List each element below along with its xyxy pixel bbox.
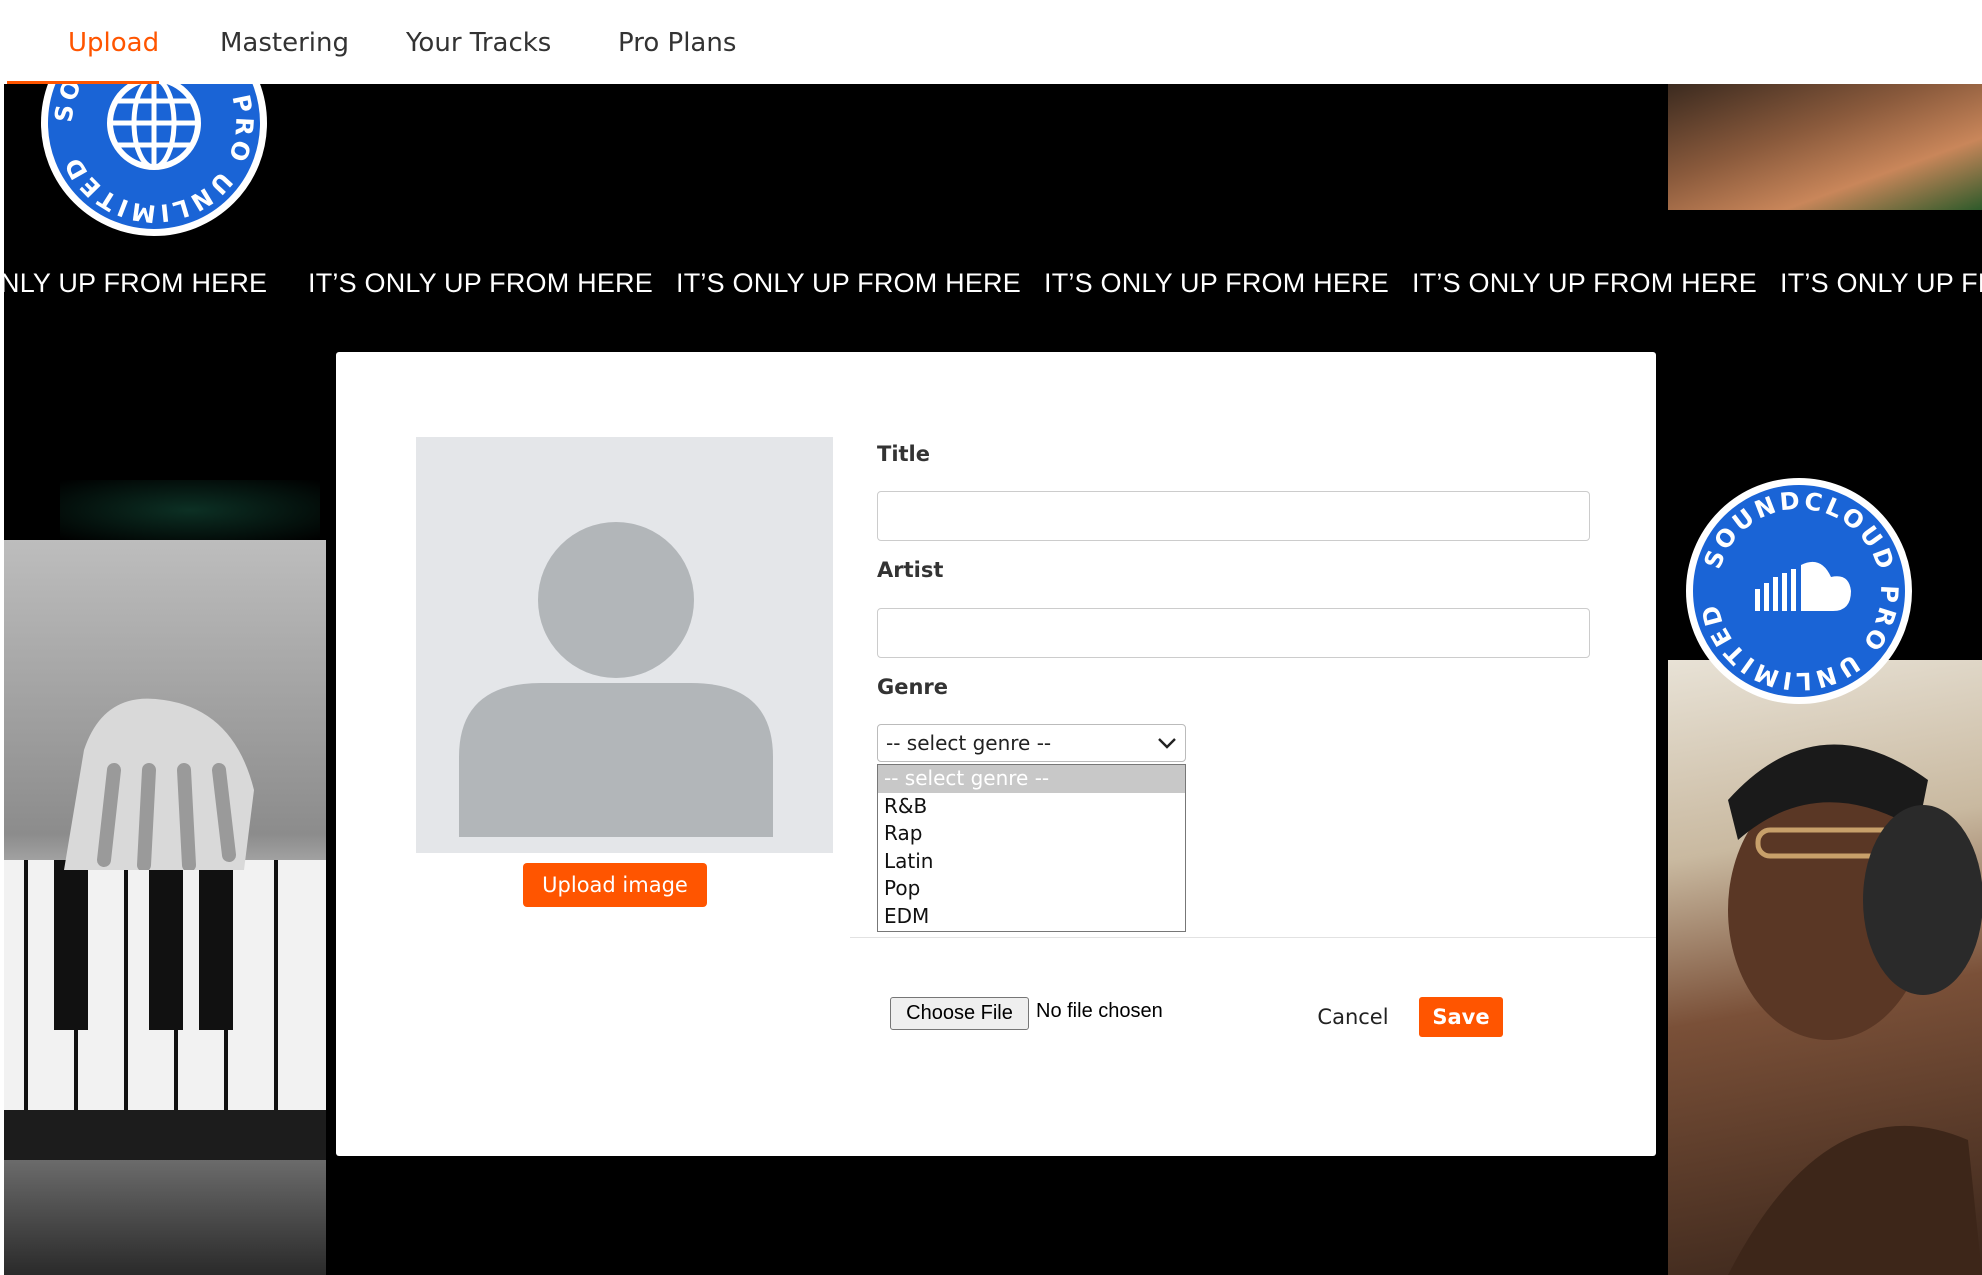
left-glow [60, 480, 320, 540]
artist-graphic [1728, 744, 1982, 1275]
top-right-photo [1668, 84, 1982, 210]
piano-photo [4, 540, 326, 1275]
genre-option-rnb[interactable]: R&B [878, 793, 1185, 821]
marquee-ticker: NLY UP FROM HERE IT’S ONLY UP FROM HERE … [0, 268, 1982, 308]
artist-label: Artist [877, 558, 944, 582]
cancel-button[interactable]: Cancel [1308, 998, 1398, 1036]
ticker-item: IT’S ONLY UP FROM HERE [308, 268, 653, 298]
choose-file-button[interactable]: Choose File [890, 997, 1029, 1030]
form-divider [850, 937, 1656, 938]
genre-select[interactable]: -- select genre -- [877, 724, 1186, 762]
genre-option-edm[interactable]: EDM [878, 903, 1185, 931]
tab-upload[interactable]: Upload [6, 0, 160, 84]
chevron-down-icon [1158, 738, 1176, 749]
genre-option-placeholder[interactable]: -- select genre -- [878, 765, 1185, 793]
title-label: Title [877, 442, 931, 466]
artwork-placeholder [416, 437, 833, 853]
piano-keys-graphic [4, 860, 326, 1160]
ticker-item: IT’S ONLY UP FROM HERE [676, 268, 1021, 298]
left-edge-divider [0, 84, 4, 1275]
soundcloud-cloud-icon: SOUNDCLOUD PRO UNLIMITED [1696, 486, 1904, 695]
ticker-item: IT’S ONLY UP FR [1780, 268, 1982, 298]
upload-image-button[interactable]: Upload image [523, 863, 707, 907]
svg-text:SOUNDCLOUD PRO UNLIMITED: SOUNDCLOUD PRO UNLIMITED [1696, 486, 1904, 695]
genre-option-pop[interactable]: Pop [878, 875, 1185, 903]
title-input[interactable] [877, 491, 1590, 541]
tab-mastering[interactable]: Mastering [220, 0, 349, 84]
upload-modal: Upload image Title Artist Genre -- selec… [336, 352, 1656, 1156]
genre-selected-value: -- select genre -- [886, 731, 1052, 755]
top-nav: Upload Mastering Your Tracks Pro Plans [0, 0, 1982, 84]
genre-label: Genre [877, 675, 949, 699]
file-status-text: No file chosen [1036, 1000, 1163, 1022]
save-button[interactable]: Save [1419, 997, 1503, 1037]
user-placeholder-icon [459, 522, 773, 837]
tab-pro-plans[interactable]: Pro Plans [618, 0, 736, 84]
genre-option-rap[interactable]: Rap [878, 820, 1185, 848]
artist-input[interactable] [877, 608, 1590, 658]
artist-photo [1668, 660, 1982, 1275]
ticker-item: IT’S ONLY UP FROM HERE [1412, 268, 1757, 298]
ticker-item: NLY UP FROM HERE [0, 268, 268, 298]
ticker-item: IT’S ONLY UP FROM HERE [1044, 268, 1389, 298]
genre-dropdown-list: -- select genre -- R&B Rap Latin Pop EDM [877, 764, 1186, 932]
hand-graphic [64, 698, 254, 870]
tab-your-tracks[interactable]: Your Tracks [406, 0, 551, 84]
soundcloud-pro-badge-right: SOUNDCLOUD PRO UNLIMITED [1686, 478, 1912, 704]
genre-option-latin[interactable]: Latin [878, 848, 1185, 876]
